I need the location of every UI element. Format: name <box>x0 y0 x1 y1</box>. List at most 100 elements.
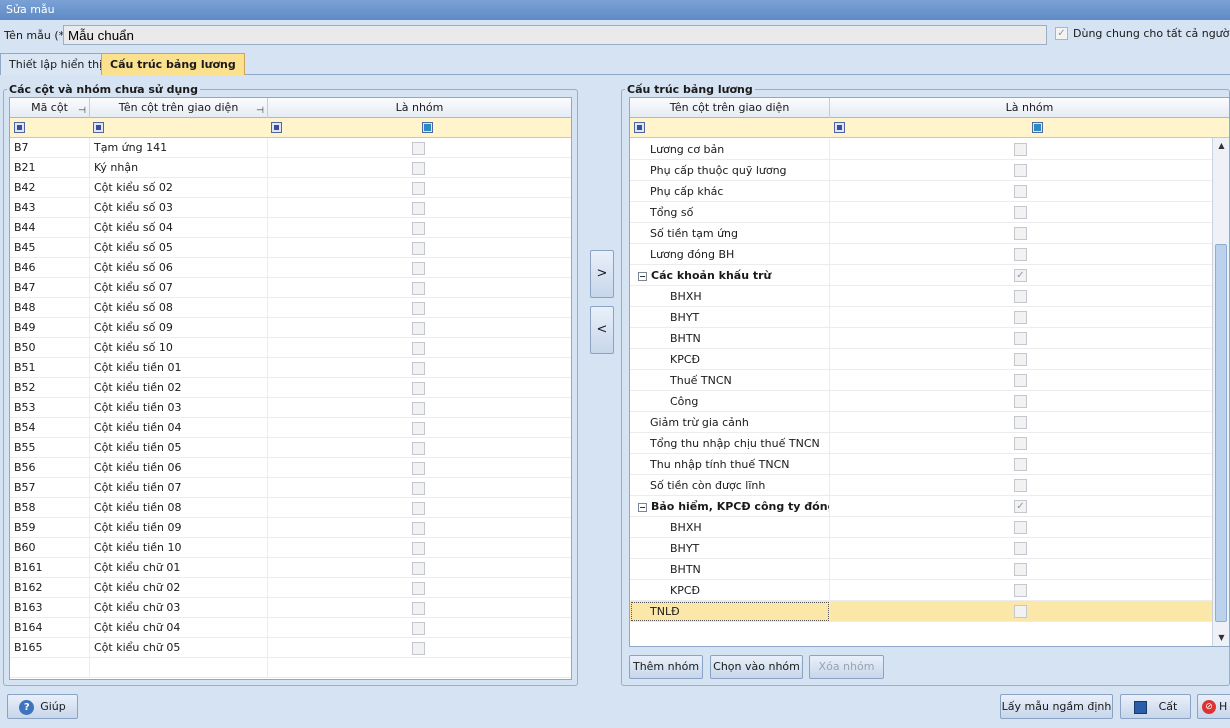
move-left-button[interactable]: < <box>590 306 614 354</box>
header-name[interactable]: Tên cột trên giao diện ⊣ <box>90 98 268 118</box>
is-group-checkbox[interactable] <box>1014 437 1027 450</box>
is-group-checkbox[interactable] <box>412 382 425 395</box>
is-group-checkbox[interactable] <box>1014 248 1027 261</box>
is-group-checkbox[interactable] <box>412 502 425 515</box>
is-group-checkbox[interactable] <box>412 302 425 315</box>
is-group-checkbox[interactable] <box>412 142 425 155</box>
table-row[interactable]: B162 Cột kiểu chữ 02 <box>10 578 571 598</box>
salary-structure-grid[interactable]: Tên cột trên giao diện Là nhóm Lương cơ … <box>629 97 1230 647</box>
table-row[interactable]: B21 Ký nhận <box>10 158 571 178</box>
table-row[interactable]: B56 Cột kiểu tiền 06 <box>10 458 571 478</box>
table-row[interactable]: B57 Cột kiểu tiền 07 <box>10 478 571 498</box>
filter-icon[interactable] <box>634 122 645 133</box>
is-group-checkbox[interactable] <box>412 642 425 655</box>
help-button[interactable]: ? Giúp <box>7 694 78 719</box>
table-row[interactable]: B51 Cột kiểu tiền 01 <box>10 358 571 378</box>
table-row[interactable]: B48 Cột kiểu số 08 <box>10 298 571 318</box>
table-row[interactable]: B58 Cột kiểu tiền 08 <box>10 498 571 518</box>
table-row[interactable]: B43 Cột kiểu số 03 <box>10 198 571 218</box>
is-group-checkbox[interactable] <box>412 462 425 475</box>
tree-row[interactable]: Phụ cấp khác <box>630 181 1212 202</box>
is-group-checkbox[interactable] <box>412 222 425 235</box>
tree-row[interactable]: − Bảo hiểm, KPCĐ công ty đóng ✓ <box>630 496 1212 517</box>
is-group-checkbox[interactable] <box>412 242 425 255</box>
is-group-checkbox[interactable] <box>1014 185 1027 198</box>
table-row[interactable]: B44 Cột kiểu số 04 <box>10 218 571 238</box>
is-group-checkbox[interactable] <box>1014 479 1027 492</box>
tree-row[interactable]: Thu nhập tính thuế TNCN <box>630 454 1212 475</box>
name-input[interactable] <box>63 25 1047 45</box>
is-group-checkbox[interactable] <box>412 362 425 375</box>
is-group-checkbox[interactable] <box>1014 542 1027 555</box>
table-row[interactable]: B7 Tạm ứng 141 <box>10 138 571 158</box>
is-group-checkbox[interactable] <box>1014 311 1027 324</box>
pick-group-button[interactable]: Chọn vào nhóm <box>710 655 803 679</box>
is-group-checkbox[interactable] <box>1014 290 1027 303</box>
share-checkbox[interactable]: ✓ <box>1055 27 1068 40</box>
table-row[interactable]: B59 Cột kiểu tiền 09 <box>10 518 571 538</box>
tree-row[interactable]: BHYT <box>630 538 1212 559</box>
is-group-checkbox[interactable]: ✓ <box>1014 500 1027 513</box>
is-group-checkbox[interactable] <box>1014 563 1027 576</box>
is-group-checkbox[interactable] <box>412 422 425 435</box>
scroll-down-icon[interactable]: ▼ <box>1213 630 1229 646</box>
is-group-checkbox[interactable] <box>412 482 425 495</box>
tree-row[interactable]: BHYT <box>630 307 1212 328</box>
is-group-checkbox[interactable] <box>1014 143 1027 156</box>
table-row[interactable]: B50 Cột kiểu số 10 <box>10 338 571 358</box>
is-group-checkbox[interactable] <box>1014 521 1027 534</box>
is-group-checkbox[interactable]: ✓ <box>1014 269 1027 282</box>
collapse-icon[interactable]: − <box>638 502 647 512</box>
delete-group-button[interactable]: Xóa nhóm <box>809 655 884 679</box>
table-row[interactable]: B60 Cột kiểu tiền 10 <box>10 538 571 558</box>
tree-row[interactable]: BHXH <box>630 517 1212 538</box>
tree-row[interactable]: BHXH <box>630 286 1212 307</box>
header-is-group[interactable]: Là nhóm <box>830 98 1229 118</box>
is-group-checkbox[interactable] <box>1014 164 1027 177</box>
is-group-checkbox[interactable] <box>1014 332 1027 345</box>
default-template-button[interactable]: Lấy mẫu ngầm định <box>1000 694 1113 719</box>
tree-row[interactable]: Tổng số <box>630 202 1212 223</box>
is-group-checkbox[interactable] <box>412 342 425 355</box>
table-row[interactable]: B45 Cột kiểu số 05 <box>10 238 571 258</box>
tree-row[interactable]: KPCĐ <box>630 580 1212 601</box>
table-row[interactable]: B52 Cột kiểu tiền 02 <box>10 378 571 398</box>
tree-row[interactable]: Công <box>630 391 1212 412</box>
vertical-scrollbar[interactable]: ▲ ▼ <box>1212 138 1229 646</box>
is-group-checkbox[interactable] <box>1014 374 1027 387</box>
tree-row[interactable]: BHTN <box>630 559 1212 580</box>
is-group-checkbox[interactable] <box>412 262 425 275</box>
is-group-checkbox[interactable] <box>412 522 425 535</box>
is-group-checkbox[interactable] <box>412 442 425 455</box>
header-is-group[interactable]: Là nhóm <box>268 98 571 118</box>
table-row[interactable]: B42 Cột kiểu số 02 <box>10 178 571 198</box>
is-group-checkbox[interactable] <box>412 322 425 335</box>
is-group-checkbox[interactable] <box>412 182 425 195</box>
scroll-thumb[interactable] <box>1215 244 1227 622</box>
filter-icon[interactable] <box>14 122 25 133</box>
is-group-checkbox[interactable] <box>1014 584 1027 597</box>
tree-row[interactable]: BHTN <box>630 328 1212 349</box>
is-group-checkbox[interactable] <box>1014 458 1027 471</box>
tree-row[interactable]: Thuế TNCN <box>630 370 1212 391</box>
tab-display-settings[interactable]: Thiết lập hiển thị <box>0 53 112 75</box>
table-row[interactable]: B161 Cột kiểu chữ 01 <box>10 558 571 578</box>
tree-row[interactable]: Giảm trừ gia cảnh <box>630 412 1212 433</box>
tree-row[interactable]: Lương cơ bản <box>630 139 1212 160</box>
table-row[interactable]: B49 Cột kiểu số 09 <box>10 318 571 338</box>
is-group-checkbox[interactable] <box>412 562 425 575</box>
is-group-checkbox[interactable] <box>1014 206 1027 219</box>
filter-icon[interactable] <box>271 122 282 133</box>
is-group-checkbox[interactable] <box>412 542 425 555</box>
is-group-checkbox[interactable] <box>1014 416 1027 429</box>
filter-icon[interactable] <box>422 122 433 133</box>
is-group-checkbox[interactable] <box>412 582 425 595</box>
tree-row[interactable]: Lương đóng BH <box>630 244 1212 265</box>
is-group-checkbox[interactable] <box>412 602 425 615</box>
tree-row[interactable]: Số tiền còn được lĩnh <box>630 475 1212 496</box>
tree-row[interactable]: Phụ cấp thuộc quỹ lương <box>630 160 1212 181</box>
is-group-checkbox[interactable] <box>412 162 425 175</box>
tree-row[interactable]: KPCĐ <box>630 349 1212 370</box>
add-group-button[interactable]: Thêm nhóm <box>629 655 703 679</box>
scroll-up-icon[interactable]: ▲ <box>1213 138 1229 154</box>
